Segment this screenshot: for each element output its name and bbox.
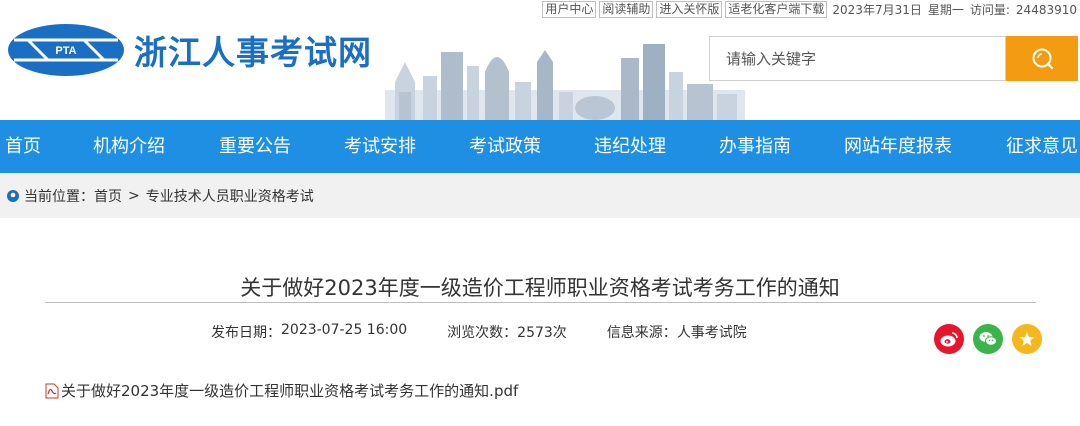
nav-item-annual-report[interactable]: 网站年度报表 — [844, 120, 952, 173]
share-favorite-button[interactable] — [1012, 324, 1042, 354]
publish-date: 2023-07-25 16:00 — [281, 322, 408, 338]
site-logo[interactable]: PTA 浙江人事考试网 — [6, 22, 372, 78]
article-meta: 发布日期： 2023-07-25 16:00 浏览次数： 2573次 信息来源： 人事… — [211, 322, 747, 342]
nav-item-about[interactable]: 机构介绍 — [93, 120, 165, 173]
elderly-client-download-link[interactable]: 适老化客户端下载 — [725, 0, 828, 18]
breadcrumb-separator: > — [128, 187, 140, 204]
top-utility-bar: 用户中心 阅读辅助 进入关怀版 适老化客户端下载 2023年7月31日 星期一 访问… — [542, 0, 1080, 18]
pdf-file-icon — [45, 383, 59, 398]
nav-item-discipline[interactable]: 违纪处理 — [594, 120, 666, 173]
views-label: 浏览次数： — [447, 325, 518, 341]
breadcrumb: 当前位置： 首页 > 专业技术人员职业资格考试 — [0, 173, 1080, 218]
nav-item-home[interactable]: 首页 — [5, 120, 41, 173]
article-title: 关于做好2023年度一级造价工程师职业资格考试考务工作的通知 — [240, 276, 840, 300]
nav-item-feedback[interactable]: 征求意见 — [1006, 120, 1078, 173]
attachment-link[interactable]: 关于做好2023年度一级造价工程师职业资格考试考务工作的通知.pdf — [45, 380, 518, 401]
nav-item-guide[interactable]: 办事指南 — [719, 120, 791, 173]
svg-text:PTA: PTA — [55, 45, 76, 57]
search-box — [709, 36, 1006, 81]
share-wechat-button[interactable] — [973, 324, 1003, 354]
search-icon — [1032, 48, 1054, 69]
current-date: 2023年7月31日 — [832, 2, 922, 17]
views-count: 2573次 — [517, 325, 567, 341]
title-divider — [45, 302, 1036, 303]
city-skyline-illustration — [385, 44, 745, 120]
share-buttons — [934, 324, 1051, 354]
weibo-icon — [940, 332, 958, 347]
nav-item-exam-schedule[interactable]: 考试安排 — [344, 120, 416, 173]
care-version-link[interactable]: 进入关怀版 — [656, 0, 723, 18]
source-label: 信息来源： — [606, 325, 677, 341]
share-weibo-button[interactable] — [934, 324, 964, 354]
site-name: 浙江人事考试网 — [134, 33, 372, 72]
publish-date-label: 发布日期： — [211, 325, 281, 341]
pta-emblem-icon: PTA — [8, 24, 124, 76]
breadcrumb-current-link[interactable]: 专业技术人员职业资格考试 — [146, 186, 314, 206]
wechat-icon — [979, 332, 997, 346]
breadcrumb-home-link[interactable]: 首页 — [94, 186, 122, 206]
breadcrumb-label: 当前位置： — [24, 188, 94, 205]
date-info: 2023年7月31日 星期一 访问量: 24483910 — [832, 1, 1080, 18]
reading-assist-link[interactable]: 阅读辅助 — [599, 0, 654, 18]
site-header: PTA 浙江人事考试网 — [0, 18, 1080, 120]
nav-item-announcements[interactable]: 重要公告 — [219, 120, 291, 173]
main-nav: 首页 机构介绍 重要公告 考试安排 考试政策 违纪处理 办事指南 网站年度报表 … — [0, 120, 1080, 173]
nav-item-exam-policy[interactable]: 考试政策 — [469, 120, 541, 173]
search-input[interactable] — [710, 37, 1005, 80]
user-center-link[interactable]: 用户中心 — [542, 0, 597, 18]
visits-count: 24483910 — [1015, 2, 1077, 17]
location-pin-icon — [7, 189, 19, 202]
favorite-icon — [1019, 332, 1035, 346]
source-value: 人事考试院 — [676, 325, 747, 341]
attachment-filename: 关于做好2023年度一级造价工程师职业资格考试考务工作的通知.pdf — [61, 382, 519, 400]
visits-label: 访问量: — [969, 2, 1010, 17]
current-weekday: 星期一 — [927, 2, 964, 17]
search-button[interactable] — [1006, 36, 1078, 81]
